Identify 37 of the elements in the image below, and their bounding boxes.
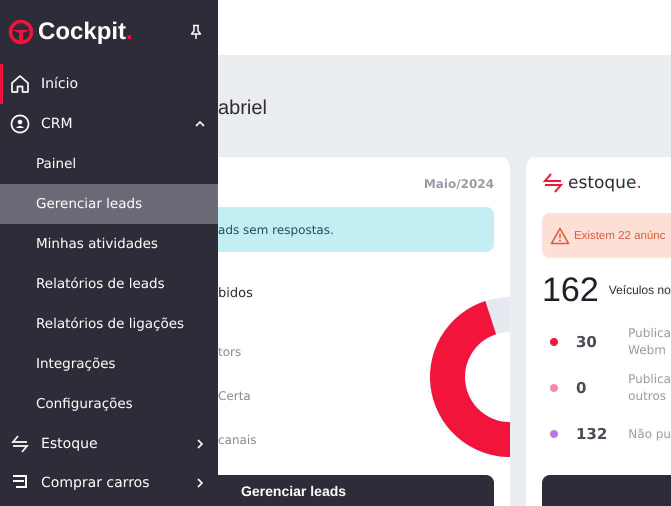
swap-arrows-icon	[542, 173, 564, 193]
period-label: Maio/2024	[422, 177, 494, 191]
stock-description: Publica Webm	[628, 325, 671, 359]
vehicle-count-label: Veículos no	[608, 283, 671, 297]
home-icon	[10, 74, 30, 94]
pin-icon[interactable]	[189, 24, 203, 40]
lead-source-label: bidos	[218, 284, 254, 302]
sub-nav-item[interactable]: Painel	[0, 144, 218, 184]
stock-count: 132	[575, 425, 608, 443]
lead-source-label: Certa	[218, 388, 252, 405]
lead-source-label: tors	[218, 344, 242, 361]
stock-description: Publica outros	[628, 371, 671, 405]
stock-count: 0	[575, 379, 588, 397]
sub-nav-item[interactable]: Integrações	[0, 344, 218, 384]
sub-nav-item[interactable]: Relatórios de ligações	[0, 304, 218, 344]
manage-leads-button[interactable]: Gerenciar leads	[218, 475, 494, 506]
warning-icon	[550, 226, 570, 244]
stock-logo-text: estoque.	[568, 173, 642, 193]
vehicle-count: 162	[542, 270, 599, 310]
greeting-text: abriel	[218, 97, 268, 121]
warning-text: Existem 22 anúnc	[574, 230, 666, 242]
info-alert: ads sem respostas.	[218, 207, 494, 252]
stock-description: Não pu	[628, 426, 671, 442]
nav-item[interactable]: CRM	[0, 104, 218, 144]
nav-item[interactable]: Comprar carros	[0, 464, 218, 502]
nav-item[interactable]: Início	[0, 64, 218, 104]
sub-nav-item[interactable]: Gerenciar leads	[0, 184, 218, 224]
lead-source-label: canais	[218, 432, 258, 449]
nav-item[interactable]: Estoque	[0, 424, 218, 464]
sub-nav-item[interactable]: Relatórios de leads	[0, 264, 218, 304]
stock-count: 30	[575, 333, 598, 351]
swap-arrows-icon	[10, 434, 30, 454]
app-logo-text: Cockpit.	[38, 18, 133, 46]
steering-wheel-icon	[8, 19, 34, 45]
sub-nav-item[interactable]: Configurações	[0, 384, 218, 424]
user-circle-icon	[10, 114, 30, 134]
sub-nav-item[interactable]: Minhas atividades	[0, 224, 218, 264]
